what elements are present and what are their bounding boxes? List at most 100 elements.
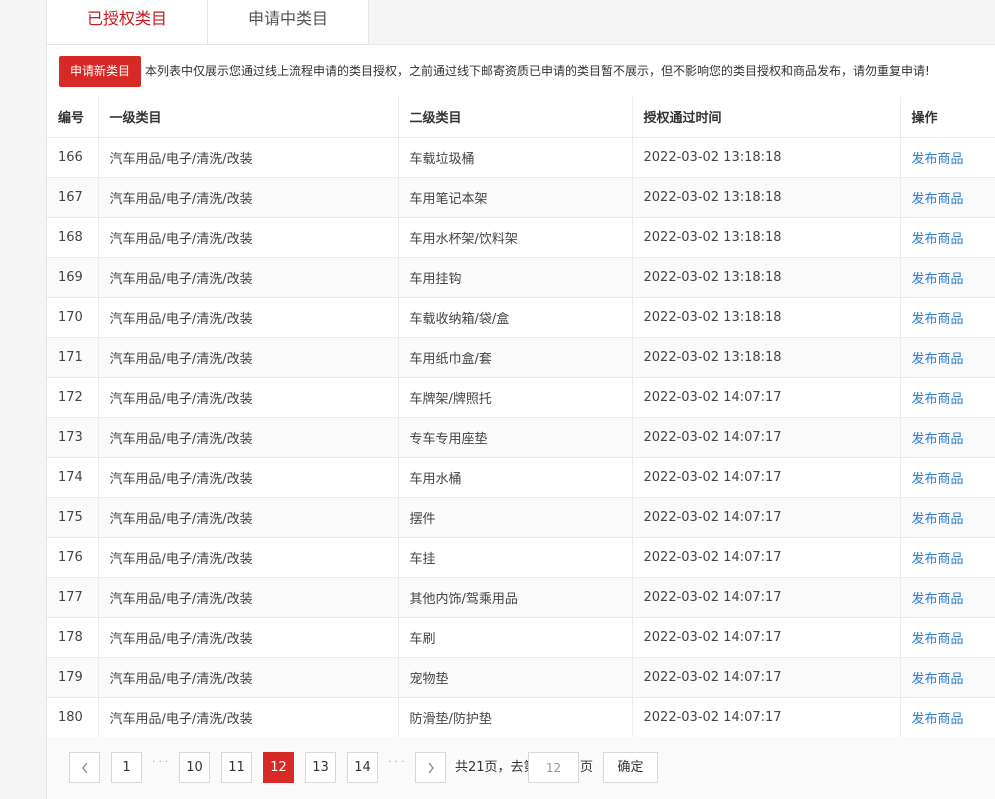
cell-actions: 发布商品 <box>900 577 995 618</box>
tab-authorized[interactable]: 已授权类目 <box>47 0 207 44</box>
cell-authorized-time: 2022-03-02 13:18:18 <box>632 177 901 218</box>
goto-confirm-button[interactable]: 确定 <box>603 752 658 783</box>
cell-secondary-category: 车刷 <box>398 617 633 658</box>
cell-authorized-time: 2022-03-02 14:07:17 <box>632 577 901 618</box>
cell-authorized-time: 2022-03-02 14:07:17 <box>632 457 901 498</box>
cell-secondary-category: 专车专用座垫 <box>398 417 633 458</box>
cell-actions: 发布商品 <box>900 657 995 698</box>
publish-product-link[interactable]: 发布商品 <box>912 632 964 647</box>
cell-id: 177 <box>47 577 99 618</box>
publish-product-link[interactable]: 发布商品 <box>912 312 964 327</box>
apply-new-category-button[interactable]: 申请新类目 <box>59 56 141 87</box>
cell-actions: 发布商品 <box>900 537 995 578</box>
table-row: 168 汽车用品/电子/清洗/改装 车用水杯架/饮料架 2022-03-02 13:1… <box>47 217 995 258</box>
cell-id: 176 <box>47 537 99 578</box>
page-button-13[interactable]: 13 <box>305 752 336 783</box>
cell-actions: 发布商品 <box>900 257 995 298</box>
publish-product-link[interactable]: 发布商品 <box>912 272 964 287</box>
table-row: 179 汽车用品/电子/清洗/改装 宠物垫 2022-03-02 14:07:17 发布… <box>47 657 995 698</box>
category-panel: 已授权类目 申请中类目 申请新类目 本列表中仅展示您通过线上流程申请的类目授权，… <box>46 0 995 799</box>
cell-secondary-category: 车用水桶 <box>398 457 633 498</box>
publish-product-link[interactable]: 发布商品 <box>912 712 964 727</box>
table-row: 174 汽车用品/电子/清洗/改装 车用水桶 2022-03-02 14:07:17 发… <box>47 457 995 498</box>
goto-page-input[interactable] <box>528 752 579 783</box>
cell-actions: 发布商品 <box>900 337 995 378</box>
cell-primary-category: 汽车用品/电子/清洗/改装 <box>98 577 399 618</box>
table-row: 170 汽车用品/电子/清洗/改装 车载收纳箱/袋/盒 2022-03-02 13:1… <box>47 297 995 338</box>
page-button-1[interactable]: 1 <box>111 752 142 783</box>
cell-authorized-time: 2022-03-02 14:07:17 <box>632 377 901 418</box>
cell-actions: 发布商品 <box>900 697 995 738</box>
page-button-14[interactable]: 14 <box>347 752 378 783</box>
publish-product-link[interactable]: 发布商品 <box>912 672 964 687</box>
cell-primary-category: 汽车用品/电子/清洗/改装 <box>98 537 399 578</box>
cell-authorized-time: 2022-03-02 14:07:17 <box>632 537 901 578</box>
tab-pending[interactable]: 申请中类目 <box>207 0 369 44</box>
table-row: 175 汽车用品/电子/清洗/改装 摆件 2022-03-02 14:07:17 发布商… <box>47 497 995 538</box>
publish-product-link[interactable]: 发布商品 <box>912 472 964 487</box>
table-body: 166 汽车用品/电子/清洗/改装 车载垃圾桶 2022-03-02 13:18:18… <box>47 137 995 738</box>
cell-secondary-category: 车载垃圾桶 <box>398 137 633 178</box>
cell-authorized-time: 2022-03-02 13:18:18 <box>632 297 901 338</box>
cell-id: 172 <box>47 377 99 418</box>
cell-id: 173 <box>47 417 99 458</box>
cell-secondary-category: 其他内饰/驾乘用品 <box>398 577 633 618</box>
next-page-button[interactable] <box>415 752 446 783</box>
page-button-12-current[interactable]: 12 <box>263 752 294 783</box>
publish-product-link[interactable]: 发布商品 <box>912 592 964 607</box>
cell-actions: 发布商品 <box>900 177 995 218</box>
column-header-authorized-time: 授权通过时间 <box>632 97 901 138</box>
publish-product-link[interactable]: 发布商品 <box>912 512 964 527</box>
cell-secondary-category: 车挂 <box>398 537 633 578</box>
prev-page-button[interactable] <box>69 752 100 783</box>
pagination: 1 ··· 10 11 12 13 14 ··· 共21页，去第 页 确定 <box>47 737 995 799</box>
cell-actions: 发布商品 <box>900 617 995 658</box>
cell-id: 174 <box>47 457 99 498</box>
chevron-right-icon <box>427 762 434 773</box>
cell-actions: 发布商品 <box>900 457 995 498</box>
publish-product-link[interactable]: 发布商品 <box>912 192 964 207</box>
cell-secondary-category: 车用挂钩 <box>398 257 633 298</box>
pagination-total-text: 共21页，去第 <box>455 760 537 775</box>
cell-primary-category: 汽车用品/电子/清洗/改装 <box>98 657 399 698</box>
cell-actions: 发布商品 <box>900 417 995 458</box>
cell-id: 169 <box>47 257 99 298</box>
tab-bar: 已授权类目 申请中类目 <box>47 0 995 44</box>
cell-authorized-time: 2022-03-02 13:18:18 <box>632 137 901 178</box>
cell-actions: 发布商品 <box>900 377 995 418</box>
cell-actions: 发布商品 <box>900 297 995 338</box>
cell-authorized-time: 2022-03-02 13:18:18 <box>632 337 901 378</box>
page-button-10[interactable]: 10 <box>179 752 210 783</box>
cell-authorized-time: 2022-03-02 13:18:18 <box>632 257 901 298</box>
publish-product-link[interactable]: 发布商品 <box>912 392 964 407</box>
cell-secondary-category: 车用笔记本架 <box>398 177 633 218</box>
cell-authorized-time: 2022-03-02 14:07:17 <box>632 617 901 658</box>
cell-id: 178 <box>47 617 99 658</box>
cell-secondary-category: 防滑垫/防护垫 <box>398 697 633 738</box>
publish-product-link[interactable]: 发布商品 <box>912 232 964 247</box>
publish-product-link[interactable]: 发布商品 <box>912 552 964 567</box>
cell-secondary-category: 车载收纳箱/袋/盒 <box>398 297 633 338</box>
pagination-ellipsis-right: ··· <box>388 755 408 768</box>
page-button-11[interactable]: 11 <box>221 752 252 783</box>
publish-product-link[interactable]: 发布商品 <box>912 152 964 167</box>
cell-primary-category: 汽车用品/电子/清洗/改装 <box>98 137 399 178</box>
cell-primary-category: 汽车用品/电子/清洗/改装 <box>98 497 399 538</box>
category-table: 编号 一级类目 二级类目 授权通过时间 操作 166 汽车用品/电子/清洗/改装车… <box>47 97 995 738</box>
cell-authorized-time: 2022-03-02 14:07:17 <box>632 657 901 698</box>
cell-id: 170 <box>47 297 99 338</box>
cell-primary-category: 汽车用品/电子/清洗/改装 <box>98 297 399 338</box>
cell-secondary-category: 车用纸巾盒/套 <box>398 337 633 378</box>
cell-actions: 发布商品 <box>900 137 995 178</box>
table-row: 178 汽车用品/电子/清洗/改装 车刷 2022-03-02 14:07:17 发布商… <box>47 617 995 658</box>
table-row: 171 汽车用品/电子/清洗/改装 车用纸巾盒/套 2022-03-02 13:18:… <box>47 337 995 378</box>
publish-product-link[interactable]: 发布商品 <box>912 352 964 367</box>
cell-id: 175 <box>47 497 99 538</box>
cell-authorized-time: 2022-03-02 14:07:17 <box>632 497 901 538</box>
cell-primary-category: 汽车用品/电子/清洗/改装 <box>98 617 399 658</box>
table-header-row: 编号 一级类目 二级类目 授权通过时间 操作 <box>47 97 995 138</box>
publish-product-link[interactable]: 发布商品 <box>912 432 964 447</box>
cell-actions: 发布商品 <box>900 497 995 538</box>
chevron-left-icon <box>81 762 88 773</box>
cell-primary-category: 汽车用品/电子/清洗/改装 <box>98 177 399 218</box>
